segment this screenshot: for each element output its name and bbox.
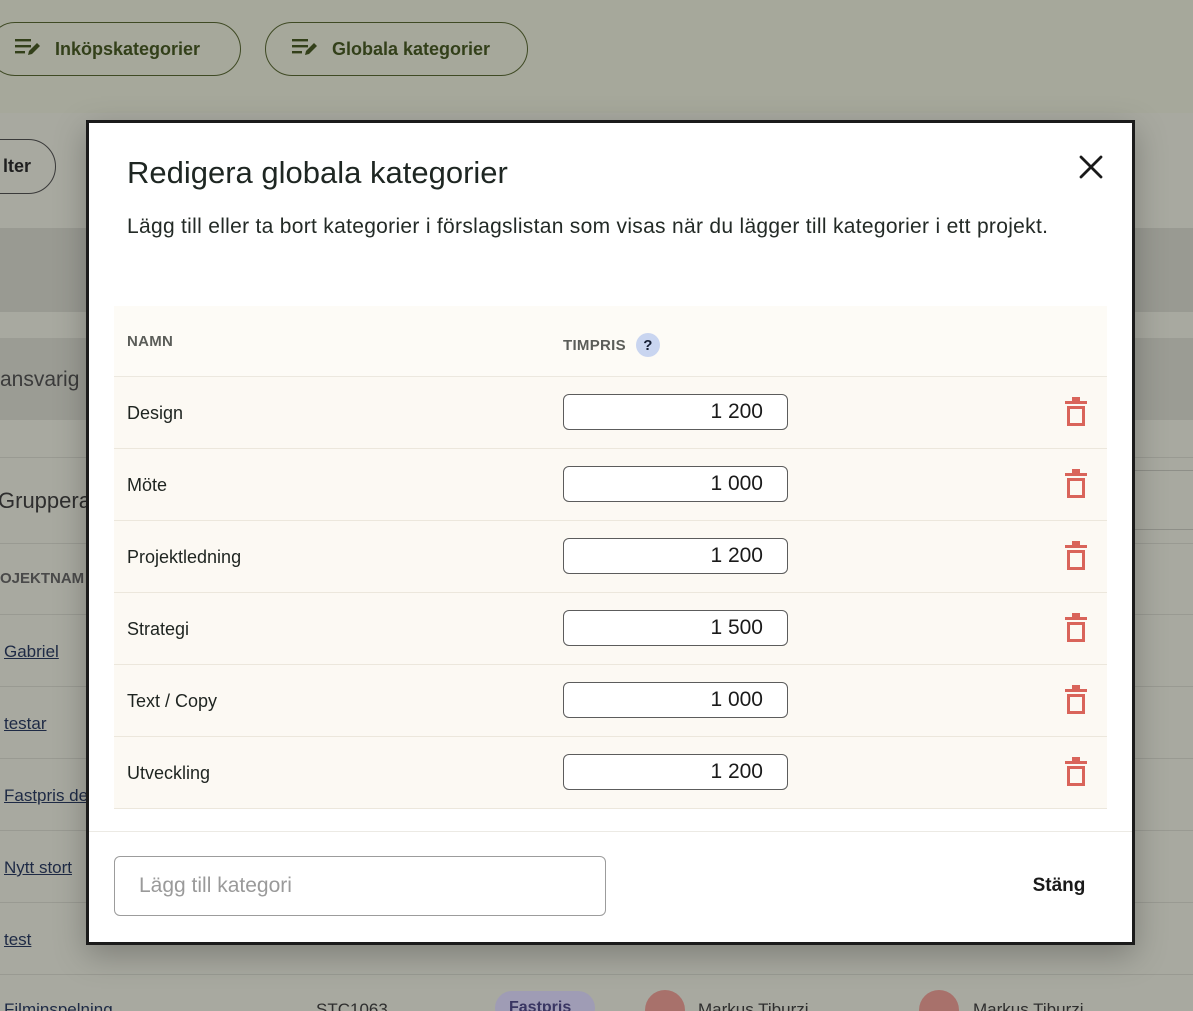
table-row: Utveckling bbox=[114, 737, 1107, 809]
filter-button[interactable]: lter bbox=[0, 139, 56, 194]
avatar bbox=[645, 990, 685, 1011]
column-header-price: TIMPRIS ? bbox=[563, 333, 660, 357]
table-row: Design bbox=[114, 377, 1107, 449]
trash-icon[interactable] bbox=[1064, 541, 1088, 571]
gruppera-label: Gruppera bbox=[0, 488, 91, 513]
table-row: Projektledning bbox=[114, 521, 1107, 593]
table-row: Strategi bbox=[114, 593, 1107, 665]
project-code: STC1063 bbox=[316, 1000, 388, 1011]
modal-title: Redigera globala kategorier bbox=[127, 155, 508, 190]
table-row: Text / Copy bbox=[114, 665, 1107, 737]
table-row: Möte bbox=[114, 449, 1107, 521]
categories-table: NAMN TIMPRIS ? Design Möte Projektlednin… bbox=[114, 306, 1107, 809]
tab-label: Inköpskategorier bbox=[55, 38, 201, 59]
project-link[interactable]: Fastpris de bbox=[4, 786, 88, 806]
price-input[interactable] bbox=[563, 466, 788, 502]
divider bbox=[0, 974, 1193, 975]
category-name: Projektledning bbox=[127, 547, 242, 567]
close-button[interactable]: Stäng bbox=[1009, 871, 1109, 901]
category-name: Möte bbox=[127, 475, 168, 495]
help-icon[interactable]: ? bbox=[635, 333, 660, 357]
price-input[interactable] bbox=[563, 682, 788, 718]
price-input[interactable] bbox=[563, 610, 788, 646]
project-link[interactable]: Nytt stort bbox=[4, 858, 72, 878]
modal-description: Lägg till eller ta bort kategorier i för… bbox=[127, 215, 1049, 238]
column-header-name: NAMN bbox=[127, 333, 174, 350]
avatar bbox=[919, 990, 959, 1011]
status-badge: Fastpris bbox=[495, 991, 595, 1011]
column-header-projektnamn: OJEKTNAM bbox=[0, 570, 85, 587]
person-name: Markus Tiburzi bbox=[973, 1000, 1084, 1011]
trash-icon[interactable] bbox=[1064, 397, 1088, 427]
table-header: NAMN TIMPRIS ? bbox=[114, 306, 1107, 377]
add-category-input[interactable] bbox=[114, 856, 606, 916]
edit-list-icon bbox=[290, 36, 318, 63]
ansvarig-label: ansvarig bbox=[0, 368, 80, 391]
price-input[interactable] bbox=[563, 394, 788, 430]
price-input[interactable] bbox=[563, 538, 788, 574]
category-name: Utveckling bbox=[127, 763, 211, 783]
close-icon[interactable] bbox=[1075, 151, 1107, 183]
trash-icon[interactable] bbox=[1064, 469, 1088, 499]
footer-divider bbox=[89, 831, 1132, 832]
tab-label: Globala kategorier bbox=[332, 38, 491, 59]
column-header-price-label: TIMPRIS bbox=[563, 336, 626, 354]
project-link[interactable]: testar bbox=[4, 714, 47, 734]
category-name: Text / Copy bbox=[127, 691, 218, 711]
price-input[interactable] bbox=[563, 754, 788, 790]
category-name: Design bbox=[127, 403, 184, 423]
tab-globala-kategorier[interactable]: Globala kategorier bbox=[265, 22, 528, 76]
edit-global-categories-modal: Redigera globala kategorier Lägg till el… bbox=[86, 120, 1135, 945]
trash-icon[interactable] bbox=[1064, 757, 1088, 787]
project-link[interactable]: Gabriel bbox=[4, 642, 59, 662]
filter-label: lter bbox=[2, 156, 31, 176]
table-body: Design Möte Projektledning Strategi Text bbox=[114, 377, 1107, 809]
category-name: Strategi bbox=[127, 619, 190, 639]
project-link[interactable]: test bbox=[4, 930, 31, 950]
trash-icon[interactable] bbox=[1064, 685, 1088, 715]
trash-icon[interactable] bbox=[1064, 613, 1088, 643]
edit-list-icon bbox=[13, 36, 41, 63]
project-link[interactable]: Filminspelning bbox=[4, 1000, 113, 1011]
person-name: Markus Tiburzi bbox=[698, 1000, 809, 1011]
tab-inkopskategorier[interactable]: Inköpskategorier bbox=[0, 22, 241, 76]
